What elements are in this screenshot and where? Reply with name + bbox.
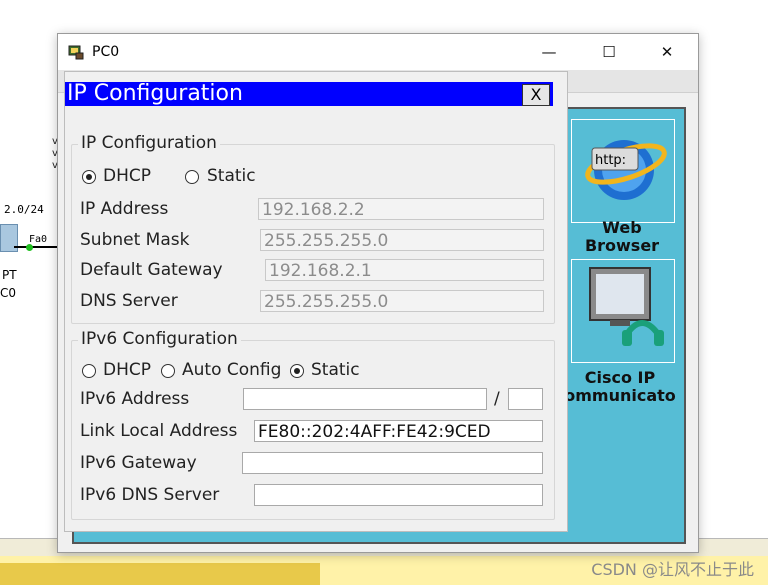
maximize-button[interactable]: ☐ [586, 34, 632, 70]
http-icon-text: http: [595, 153, 626, 168]
ipv6-dns-server-label: IPv6 DNS Server [80, 485, 220, 505]
port-label: Fa0 [29, 234, 48, 245]
cisco-ip-communicator-app[interactable] [571, 259, 675, 363]
dialog-close-button[interactable]: X [522, 84, 550, 106]
ipv4-static-label[interactable]: Static [207, 166, 256, 186]
ipv4-dhcp-radio[interactable] [82, 170, 96, 184]
subnet-mask-label: Subnet Mask [80, 230, 190, 250]
ipv6-prefix-input[interactable] [508, 388, 543, 410]
ip-communicator-label-line2: ommunicato [564, 386, 676, 405]
ipv6-dhcp-label[interactable]: DHCP [103, 360, 151, 380]
ipv6-dhcp-radio[interactable] [82, 364, 96, 378]
link-local-address-label: Link Local Address [80, 421, 238, 441]
ipv6-static-label[interactable]: Static [311, 360, 360, 380]
device-type-label: PT [2, 268, 17, 282]
web-browser-label[interactable]: Web Browser [571, 219, 673, 255]
minimize-button[interactable]: — [526, 34, 572, 70]
web-browser-label-line1: Web [602, 219, 642, 237]
ipv6-gateway-input[interactable] [242, 452, 543, 474]
pc0-window: PC0 — ☐ ✕ http: Web Browser Cisco IP omm… [57, 33, 699, 553]
packet-tracer-pc-icon [68, 45, 84, 60]
minimize-icon: — [541, 43, 557, 61]
ip-configuration-dialog: IP Configuration X IP Configuration DHCP… [64, 71, 568, 532]
window-title: PC0 [92, 44, 120, 60]
ipv6-auto-config-label[interactable]: Auto Config [182, 360, 281, 380]
web-browser-app[interactable]: http: [571, 119, 675, 223]
ipv6-group-title: IPv6 Configuration [78, 329, 241, 349]
ipv6-static-radio[interactable] [290, 364, 304, 378]
ipv6-address-label: IPv6 Address [80, 389, 190, 409]
ip-communicator-icon [589, 267, 664, 346]
device-name-label: C0 [0, 286, 17, 300]
window-titlebar[interactable]: PC0 — ☐ ✕ [58, 34, 698, 70]
ipv4-group-title: IP Configuration [78, 133, 220, 153]
web-browser-icon: http: [585, 140, 667, 200]
link-status-dot [26, 244, 33, 251]
network-label: 2.0/24 [4, 203, 44, 216]
web-browser-label-line2: Browser [584, 236, 660, 255]
link-line [14, 246, 58, 248]
default-gateway-input[interactable]: 192.168.2.1 [265, 259, 544, 281]
dns-server-input[interactable]: 255.255.255.0 [260, 290, 544, 312]
link-local-address-input[interactable]: FE80::202:4AFF:FE42:9CED [254, 420, 543, 442]
dialog-title: IP Configuration [67, 81, 243, 106]
ipv6-dns-server-input[interactable] [254, 484, 543, 506]
cisco-ip-communicator-label[interactable]: Cisco IP ommunicato [561, 369, 679, 405]
default-gateway-label: Default Gateway [80, 260, 223, 280]
ip-communicator-label-line1: Cisco IP [584, 369, 656, 387]
ipv6-prefix-separator: / [494, 389, 500, 409]
subnet-mask-input[interactable]: 255.255.255.0 [260, 229, 544, 251]
dialog-header: IP Configuration X [65, 82, 553, 106]
watermark-text: CSDN @让风不止于此 [591, 560, 754, 579]
ipv6-auto-config-radio[interactable] [161, 364, 175, 378]
maximize-icon: ☐ [602, 43, 616, 61]
dns-server-label: DNS Server [80, 291, 178, 311]
ip-address-input[interactable]: 192.168.2.2 [258, 198, 544, 220]
ip-address-label: IP Address [80, 199, 169, 219]
taskbar-highlight [0, 563, 320, 585]
ipv4-dhcp-label[interactable]: DHCP [103, 166, 151, 186]
close-button[interactable]: ✕ [644, 34, 690, 70]
ipv6-address-input[interactable] [243, 388, 487, 410]
ipv6-gateway-label: IPv6 Gateway [80, 453, 197, 473]
close-icon: ✕ [660, 43, 674, 61]
ipv4-static-radio[interactable] [185, 170, 199, 184]
